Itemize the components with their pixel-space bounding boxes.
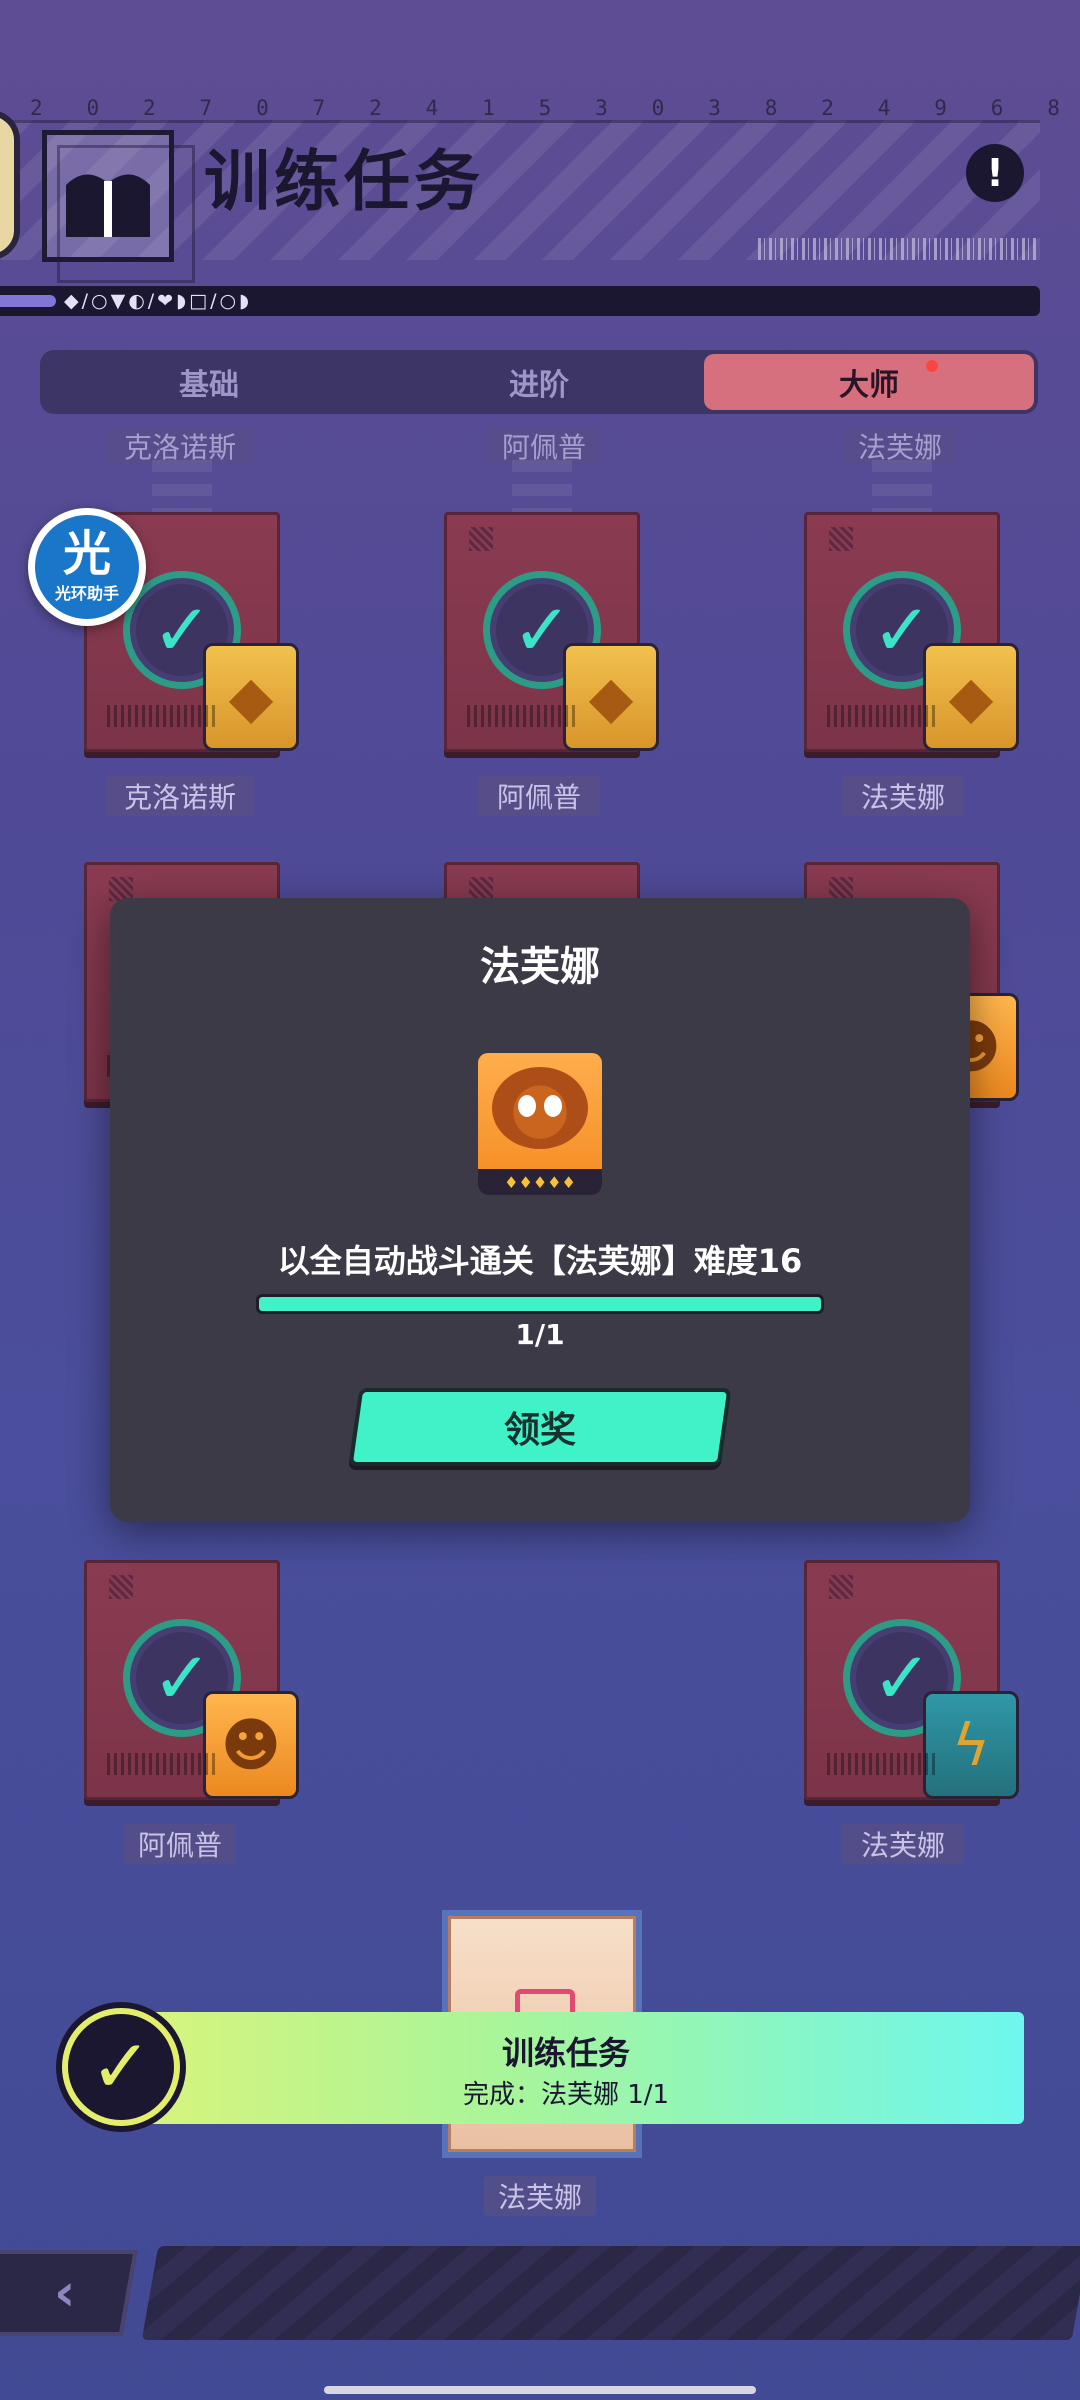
- tab-advanced[interactable]: 进阶: [374, 354, 704, 410]
- page-title: 训练任务: [204, 143, 484, 220]
- header-digit: 0: [651, 96, 665, 120]
- toast-subtitle: 完成：法芙娜 1/1: [462, 2080, 670, 2110]
- header-symbol-strip: ◆/○▼◐/❤◗□/○◗: [0, 286, 1040, 316]
- claim-reward-label: 领奖: [503, 1410, 576, 1451]
- gold-crystal-icon: ◆: [203, 643, 299, 751]
- home-indicator[interactable]: [324, 2386, 756, 2394]
- header-digit: 2: [143, 96, 156, 120]
- header-digit: 0: [86, 96, 100, 120]
- header-digit: 5: [538, 96, 552, 120]
- task-detail-dialog: 法芙娜 ♦♦♦♦♦ 以全自动战斗通关【法芙娜】难度16 1/1 领奖: [110, 898, 970, 1522]
- header-barcode: [758, 238, 1038, 260]
- label-row0-1: 阿佩普: [488, 428, 600, 464]
- label-row0-0: 克洛诺斯: [106, 428, 254, 464]
- label-apep: 阿佩普: [478, 776, 600, 816]
- header-digit: 2: [369, 96, 382, 120]
- header-digit: 9: [934, 96, 947, 120]
- task-progress-fill: [259, 1297, 821, 1311]
- label-row0-2: 法芙娜: [844, 428, 956, 464]
- assistant-logo-text: 光: [62, 526, 111, 582]
- label-bottom: 法芙娜: [484, 2176, 596, 2216]
- label-kronos: 克洛诺斯: [106, 776, 254, 816]
- gift-book-icon: [42, 130, 195, 283]
- task-card-apep[interactable]: ✓ ◆: [444, 512, 659, 752]
- header-digit: 4: [425, 96, 439, 120]
- tab-master-label: 大师: [839, 368, 899, 403]
- header-digit: 8: [1047, 96, 1060, 120]
- task-card-fafnir[interactable]: ✓ ◆: [804, 512, 1019, 752]
- header-digit: 3: [595, 96, 608, 120]
- assistant-floating-button[interactable]: 光 光环助手: [28, 508, 146, 626]
- task-card-fafnir-2[interactable]: ✓ ϟ: [804, 1560, 1019, 1800]
- header-digit: 2: [821, 96, 834, 120]
- task-progress-bar: [256, 1294, 824, 1314]
- dialog-title: 法芙娜: [480, 944, 600, 990]
- difficulty-tabs: 基础 进阶 大师: [40, 350, 1038, 414]
- header-digit: 3: [708, 96, 721, 120]
- task-description: 以全自动战斗通关【法芙娜】难度16: [277, 1242, 803, 1280]
- gold-crystal-icon: ◆: [563, 643, 659, 751]
- notification-dot: [926, 360, 938, 372]
- header-digit: 0: [256, 96, 269, 120]
- footer-bar: [141, 2246, 1080, 2340]
- header-digit: 8: [764, 96, 778, 120]
- label-fafnir-2: 法芙娜: [842, 1824, 964, 1864]
- gold-coin-icon: ϟ: [923, 1691, 1019, 1799]
- character-portrait-icon: ☻: [203, 1691, 299, 1799]
- label-fafnir: 法芙娜: [842, 776, 964, 816]
- header-symbols: ◆/○▼◐/❤◗□/○◗: [64, 290, 253, 312]
- toast-title: 训练任务: [501, 2034, 630, 2072]
- header-digit: 1: [482, 96, 495, 120]
- header-digit: 2: [30, 96, 43, 120]
- toast-check-icon: ✓: [56, 2002, 186, 2132]
- fafnir-portrait-icon: ♦♦♦♦♦: [478, 1053, 602, 1195]
- header-left-cap: [0, 110, 20, 260]
- header-digit: 7: [199, 96, 213, 120]
- gold-crystal-icon: ◆: [923, 643, 1019, 751]
- header-digit: 6: [990, 96, 1004, 120]
- completion-toast: 训练任务 完成：法芙娜 1/1: [108, 2012, 1024, 2124]
- label-apep-2: 阿佩普: [124, 1824, 236, 1864]
- tab-master[interactable]: 大师: [704, 354, 1034, 410]
- back-button[interactable]: ‹: [0, 2250, 138, 2336]
- tab-basic[interactable]: 基础: [44, 354, 374, 410]
- task-progress-text: 1/1: [515, 1318, 565, 1351]
- header-digit-row: 2 0 2 7 0 7 2 4 1 5 3 0 3 8 2 4 9 6 8: [30, 96, 1060, 120]
- back-chevron-icon: ‹: [54, 2263, 76, 2323]
- header-digit: 4: [877, 96, 891, 120]
- portrait-star-rating: ♦♦♦♦♦: [478, 1169, 602, 1195]
- info-alert-button[interactable]: !: [966, 144, 1024, 202]
- assistant-label: 光环助手: [54, 584, 119, 603]
- claim-reward-button[interactable]: 领奖: [348, 1388, 732, 1466]
- header-digit: 7: [312, 96, 326, 120]
- task-card-apep-2[interactable]: ✓ ☻: [84, 1560, 299, 1800]
